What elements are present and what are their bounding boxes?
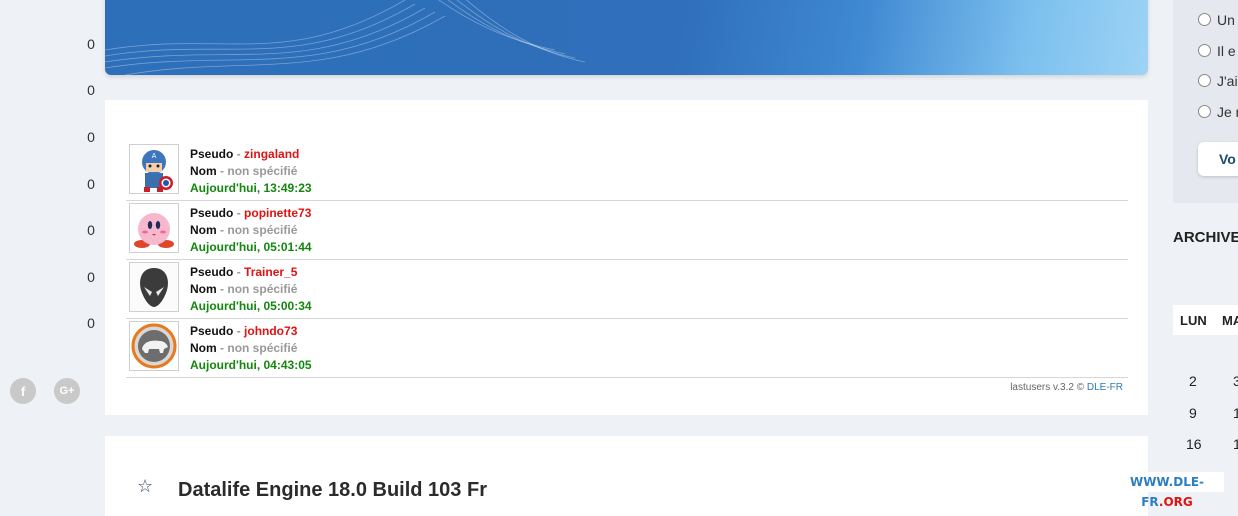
counter-value: 0 xyxy=(87,82,95,98)
user-row: Pseudo - popinette73 Nom - non spécifié … xyxy=(126,201,1128,260)
calendar-date[interactable]: 9 xyxy=(1189,405,1197,421)
pseudo-label: Pseudo xyxy=(190,147,234,161)
facebook-share-button[interactable]: f xyxy=(10,378,36,404)
googleplus-icon: G+ xyxy=(59,385,75,397)
separator: - xyxy=(236,147,241,161)
user-nom: non spécifié xyxy=(227,282,298,296)
poll-widget: Un Il e J'ai Je n Vo xyxy=(1173,0,1238,203)
poll-option-label: Il e xyxy=(1217,43,1236,59)
watermark-tld: .ORG xyxy=(1158,495,1193,509)
animal-badge-avatar[interactable] xyxy=(129,321,179,371)
poll-option-label: Un xyxy=(1217,12,1235,28)
banner-wave-lines xyxy=(105,0,586,75)
counter-value: 0 xyxy=(87,176,95,192)
calendar-date[interactable]: 2 xyxy=(1189,373,1197,389)
nom-label: Nom xyxy=(190,164,217,178)
counter-value: 0 xyxy=(87,36,95,52)
pseudo-label: Pseudo xyxy=(190,206,234,220)
alien-head-avatar[interactable] xyxy=(129,262,179,312)
user-nom: non spécifié xyxy=(227,223,298,237)
separator: - xyxy=(236,265,241,279)
counter-value: 0 xyxy=(87,269,95,285)
captain-america-avatar[interactable]: A xyxy=(129,144,179,194)
facebook-icon: f xyxy=(20,383,26,399)
kirby-avatar[interactable] xyxy=(129,203,179,253)
vote-button[interactable]: Vo xyxy=(1198,142,1238,176)
header-banner xyxy=(105,0,1148,75)
calendar-date[interactable]: 3 xyxy=(1233,373,1238,389)
user-last-visit: Aujourd'hui, 05:01:44 xyxy=(190,240,312,254)
pseudo-label: Pseudo xyxy=(190,265,234,279)
dle-fr-link[interactable]: DLE-FR xyxy=(1087,382,1123,393)
separator: - xyxy=(220,223,225,237)
user-nom: non spécifié xyxy=(227,341,298,355)
radio-icon[interactable] xyxy=(1198,13,1211,26)
user-pseudo-link[interactable]: zingaland xyxy=(244,147,299,161)
poll-option[interactable]: Je n xyxy=(1198,104,1238,120)
user-info: Pseudo - popinette73 Nom - non spécifié … xyxy=(190,205,312,256)
star-icon[interactable]: ☆ xyxy=(137,476,153,497)
counter-value: 0 xyxy=(87,222,95,238)
article-title[interactable]: Datalife Engine 18.0 Build 103 Fr xyxy=(178,479,487,502)
calendar-date[interactable]: 16 xyxy=(1186,436,1202,452)
separator: - xyxy=(236,206,241,220)
poll-option[interactable]: Un xyxy=(1198,12,1235,28)
nom-label: Nom xyxy=(190,282,217,296)
counter-value: 0 xyxy=(87,315,95,331)
poll-option-label: Je n xyxy=(1217,104,1238,120)
radio-icon[interactable] xyxy=(1198,74,1211,87)
user-info: Pseudo - Trainer_5 Nom - non spécifié Au… xyxy=(190,264,312,315)
user-info: Pseudo - johndo73 Nom - non spécifié Auj… xyxy=(190,323,312,374)
user-pseudo-link[interactable]: Trainer_5 xyxy=(244,265,297,279)
separator: - xyxy=(220,282,225,296)
user-row: Pseudo - Trainer_5 Nom - non spécifié Au… xyxy=(126,260,1128,319)
user-pseudo-link[interactable]: popinette73 xyxy=(244,206,311,220)
user-row: Pseudo - johndo73 Nom - non spécifié Auj… xyxy=(126,319,1128,378)
calendar-day-header: MA xyxy=(1222,313,1238,328)
user-last-visit: Aujourd'hui, 04:43:05 xyxy=(190,358,312,372)
calendar-day-header: LUN xyxy=(1180,313,1207,328)
nom-label: Nom xyxy=(190,341,217,355)
lastusers-credit: lastusers v.3.2 © DLE-FR xyxy=(1010,382,1123,393)
separator: - xyxy=(220,341,225,355)
svg-text:A: A xyxy=(152,152,157,160)
user-row: A Pseudo - zingaland Nom - non spécifié … xyxy=(126,142,1128,201)
site-watermark: WWW.DLE-FR.ORG xyxy=(1110,472,1224,509)
calendar-date[interactable]: 1 xyxy=(1233,405,1238,421)
poll-option[interactable]: J'ai xyxy=(1198,73,1238,89)
user-info: Pseudo - zingaland Nom - non spécifié Au… xyxy=(190,146,312,197)
pseudo-label: Pseudo xyxy=(190,324,234,338)
poll-option[interactable]: Il e xyxy=(1198,43,1236,59)
separator: - xyxy=(236,324,241,338)
user-last-visit: Aujourd'hui, 05:00:34 xyxy=(190,299,312,313)
separator: - xyxy=(220,164,225,178)
radio-icon[interactable] xyxy=(1198,44,1211,57)
user-nom: non spécifié xyxy=(227,164,298,178)
user-list: A Pseudo - zingaland Nom - non spécifié … xyxy=(126,142,1128,378)
nom-label: Nom xyxy=(190,223,217,237)
googleplus-share-button[interactable]: G+ xyxy=(54,378,80,404)
credit-text: lastusers v.3.2 © xyxy=(1010,382,1085,393)
poll-option-label: J'ai xyxy=(1217,73,1238,89)
user-last-visit: Aujourd'hui, 13:49:23 xyxy=(190,181,312,195)
last-users-panel: A Pseudo - zingaland Nom - non spécifié … xyxy=(105,100,1148,415)
counter-value: 0 xyxy=(87,129,95,145)
user-pseudo-link[interactable]: johndo73 xyxy=(244,324,297,338)
article-card: ☆ Datalife Engine 18.0 Build 103 Fr xyxy=(105,436,1148,516)
calendar-date[interactable]: 1 xyxy=(1233,436,1238,452)
archives-title: ARCHIVE xyxy=(1173,229,1238,246)
radio-icon[interactable] xyxy=(1198,105,1211,118)
